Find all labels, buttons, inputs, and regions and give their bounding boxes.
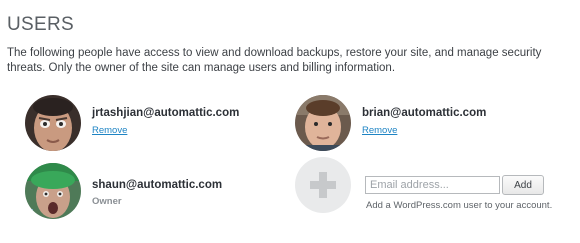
avatar (25, 163, 81, 219)
section-title: USERS (7, 14, 74, 35)
section-description: The following people have access to view… (7, 47, 542, 74)
avatar (25, 95, 81, 151)
remove-user-link[interactable]: Remove (362, 125, 397, 136)
avatar-photo-icon (25, 95, 81, 151)
email-address-input[interactable] (365, 176, 500, 194)
user-email: brian@automattic.com (362, 107, 487, 119)
remove-user-link[interactable]: Remove (92, 125, 127, 136)
avatar (295, 95, 351, 151)
add-user-button[interactable]: Add (502, 175, 544, 195)
user-email: shaun@automattic.com (92, 179, 223, 191)
user-email: jrtashjian@automattic.com (92, 107, 240, 119)
owner-label: Owner (92, 196, 122, 207)
add-user-hint: Add a WordPress.com user to your account… (366, 200, 553, 211)
add-user-plus-icon (295, 157, 351, 213)
avatar-photo-icon (25, 163, 81, 219)
avatar-photo-icon (295, 95, 351, 151)
